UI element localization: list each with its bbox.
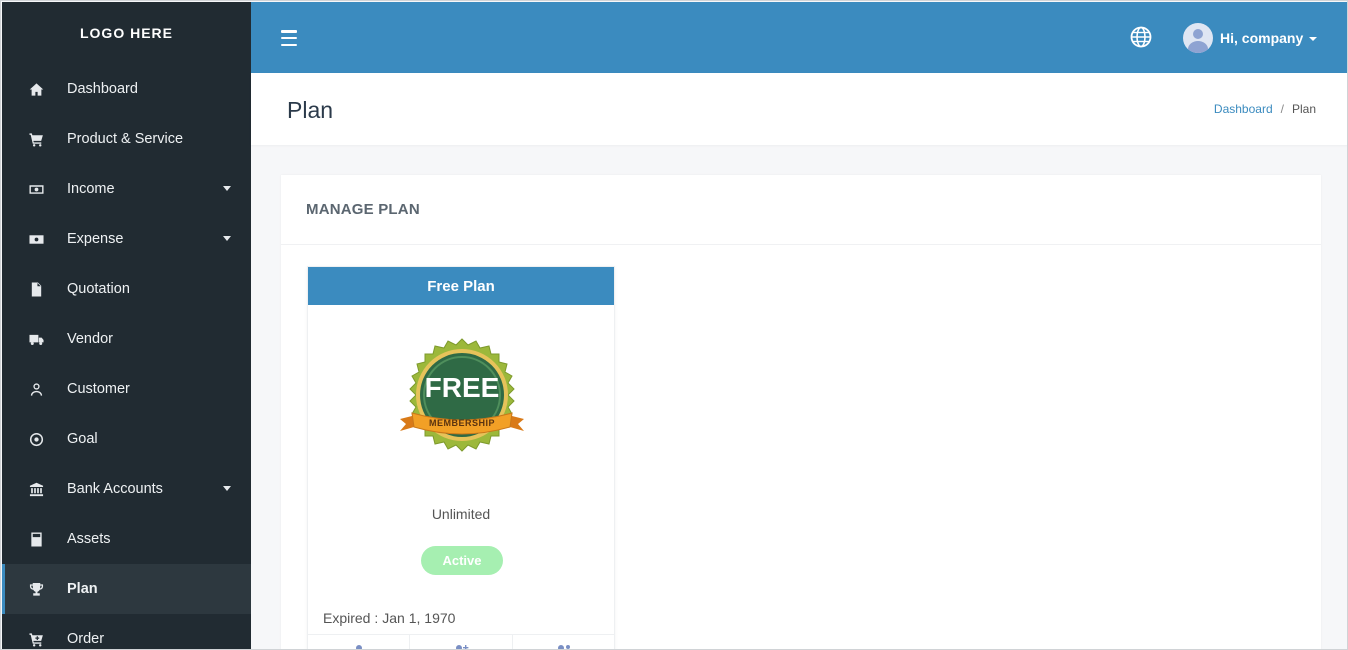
plan-feature-users <box>308 635 411 649</box>
sidebar-item-label: Bank Accounts <box>67 481 163 497</box>
status-badge: Active <box>421 546 503 575</box>
sidebar-item-label: Expense <box>67 231 124 247</box>
sidebar-item-plan[interactable]: Plan <box>2 564 251 614</box>
file-icon <box>26 280 46 298</box>
sidebar-item-expense[interactable]: Expense <box>2 214 251 264</box>
sidebar-item-label: Plan <box>67 581 98 597</box>
chevron-down-icon <box>1309 36 1318 41</box>
card-title: MANAGE PLAN <box>281 175 1321 245</box>
sidebar-item-assets[interactable]: Assets <box>2 514 251 564</box>
sidebar-item-order[interactable]: Order <box>2 614 251 649</box>
plan-card: Free Plan FREE MEMBERSHIP Unlimited Acti… <box>307 266 615 649</box>
page-header: Plan Dashboard / Plan <box>251 73 1347 145</box>
breadcrumb: Dashboard / Plan <box>1214 102 1316 116</box>
sidebar-item-income[interactable]: Income <box>2 164 251 214</box>
trophy-icon <box>26 580 46 598</box>
top-navbar: Hi, company <box>251 2 1347 73</box>
sidebar-item-vendor[interactable]: Vendor <box>2 314 251 364</box>
sidebar-item-quotation[interactable]: Quotation <box>2 264 251 314</box>
sidebar-item-label: Order <box>67 631 105 647</box>
expiry-label: Expired : <box>323 610 379 626</box>
bank-icon <box>26 480 46 498</box>
sidebar-item-bank-accounts[interactable]: Bank Accounts <box>2 464 251 514</box>
hamburger-icon[interactable] <box>281 30 297 46</box>
breadcrumb-separator: / <box>1280 102 1284 116</box>
sidebar-menu: Dashboard Product & Service Income Expen… <box>2 64 251 649</box>
chevron-down-icon <box>223 186 231 191</box>
free-membership-badge-icon: FREE MEMBERSHIP <box>400 338 524 452</box>
sidebar-item-label: Vendor <box>67 331 113 347</box>
manage-plan-card: MANAGE PLAN Free Plan FREE MEMBERSHIP Un… <box>281 175 1321 649</box>
sidebar-item-dashboard[interactable]: Dashboard <box>2 64 251 114</box>
chevron-down-icon <box>223 236 231 241</box>
sidebar-item-label: Product & Service <box>67 131 184 147</box>
plan-features-row <box>308 634 614 649</box>
sidebar-item-label: Dashboard <box>67 81 138 97</box>
users-icon <box>355 645 362 649</box>
breadcrumb-current: Plan <box>1291 102 1316 116</box>
sidebar-item-customer[interactable]: Customer <box>2 364 251 414</box>
sidebar-item-label: Goal <box>67 431 98 447</box>
sidebar-item-goal[interactable]: Goal <box>2 414 251 464</box>
plan-feature-vendors <box>513 635 614 649</box>
cart-plus-icon <box>26 630 46 648</box>
user-icon <box>26 380 46 398</box>
page-title: Plan <box>287 97 334 123</box>
plan-limit: Unlimited <box>431 506 491 522</box>
money-icon <box>26 180 46 198</box>
target-icon <box>26 430 46 448</box>
logo[interactable]: LOGO HERE <box>2 2 251 64</box>
globe-icon[interactable] <box>1130 26 1152 48</box>
user-plus-icon <box>455 645 469 649</box>
avatar <box>1183 23 1213 53</box>
user-greeting: Hi, company <box>1220 30 1304 46</box>
badge-text: FREE <box>425 372 500 403</box>
sidebar-item-label: Assets <box>67 531 111 547</box>
cart-icon <box>26 130 46 148</box>
sidebar-item-product-service[interactable]: Product & Service <box>2 114 251 164</box>
calculator-icon <box>26 530 46 548</box>
user-menu[interactable]: Hi, company <box>1183 23 1318 53</box>
expiry-date: Jan 1, 1970 <box>382 610 456 626</box>
badge-ribbon-text: MEMBERSHIP <box>429 418 495 428</box>
home-icon <box>26 80 46 98</box>
money-out-icon <box>26 230 46 248</box>
truck-icon <box>26 330 46 348</box>
plan-feature-customers <box>410 635 513 649</box>
sidebar-item-label: Customer <box>67 381 130 397</box>
chevron-down-icon <box>223 486 231 491</box>
plan-expiry: Expired : Jan 1, 1970 <box>323 610 455 626</box>
sidebar: LOGO HERE Dashboard Product & Service In… <box>2 2 251 649</box>
app-frame: LOGO HERE Dashboard Product & Service In… <box>0 0 1348 650</box>
sidebar-item-label: Income <box>67 181 115 197</box>
sidebar-item-label: Quotation <box>67 281 130 297</box>
breadcrumb-dashboard-link[interactable]: Dashboard <box>1214 102 1273 116</box>
user-tag-icon <box>558 645 571 649</box>
plan-name: Free Plan <box>308 267 614 305</box>
